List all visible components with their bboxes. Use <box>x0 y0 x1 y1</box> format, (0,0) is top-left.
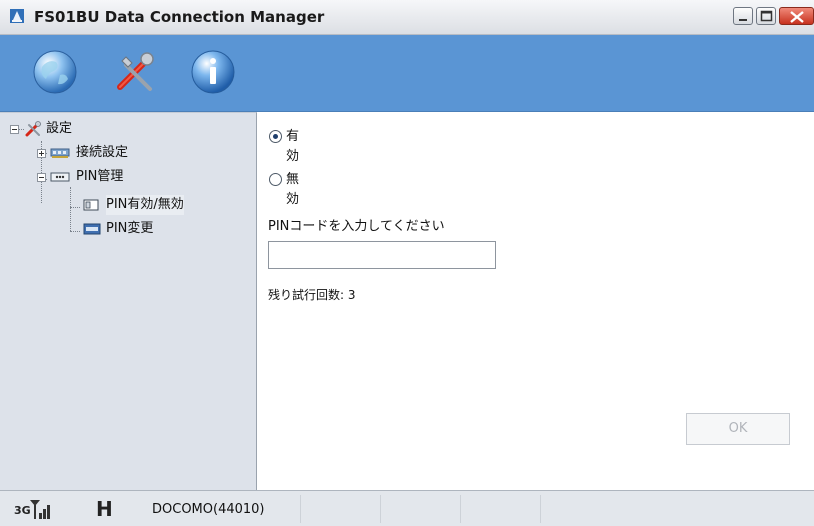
tree-node-label: PIN変更 <box>106 221 154 236</box>
toolbar <box>0 35 814 112</box>
ok-button[interactable]: OK <box>686 413 790 445</box>
disable-radio-label: 無効 <box>286 172 300 207</box>
tree-connector <box>70 231 80 232</box>
remaining-attempts: 残り試行回数: 3 <box>268 288 356 302</box>
status-separator <box>300 495 301 523</box>
tree-node-label: 設定 <box>46 121 73 136</box>
app-icon <box>10 9 24 23</box>
pin-input-label: PINコードを入力してください <box>268 219 445 234</box>
pin-lock-icon <box>83 199 99 211</box>
maximize-icon <box>760 10 773 22</box>
tree-node-label: PIN有効/無効 <box>106 195 184 215</box>
tree-node-label: PIN管理 <box>76 169 124 184</box>
maximize-button[interactable] <box>756 7 776 25</box>
pin-settings-panel: 有効 無効 PINコードを入力してください 残り試行回数: 3 OK <box>257 112 814 490</box>
signal-strength-icon <box>30 500 50 519</box>
pin-input[interactable] <box>268 241 496 269</box>
enable-radio-label: 有効 <box>286 129 300 164</box>
settings-tree: 設定 接続設定 PIN管理 PIN有効/無効 PIN変更 <box>0 112 257 491</box>
minimize-icon <box>739 19 747 21</box>
disable-radio[interactable] <box>269 173 282 186</box>
status-bar: 3G H DOCOMO(44010) <box>0 490 814 526</box>
tree-connector <box>70 207 80 208</box>
status-separator <box>540 495 541 523</box>
close-icon <box>790 11 804 23</box>
enable-radio[interactable] <box>269 130 282 143</box>
connection-mode: H <box>96 497 113 521</box>
status-separator <box>460 495 461 523</box>
tools-icon <box>25 121 41 137</box>
title-bar[interactable]: FS01BU Data Connection Manager <box>0 0 814 35</box>
pin-change-icon <box>83 223 101 235</box>
minimize-button[interactable] <box>733 7 753 25</box>
collapse-toggle[interactable] <box>37 173 46 182</box>
close-button[interactable] <box>779 7 814 25</box>
expand-toggle[interactable] <box>37 149 46 158</box>
status-separator <box>380 495 381 523</box>
globe-icon[interactable] <box>30 47 80 97</box>
network-card-icon <box>50 148 70 158</box>
app-window: FS01BU Data Connection Manager 設定 接続設定 P… <box>0 0 814 526</box>
tools-icon[interactable] <box>110 47 160 97</box>
info-icon[interactable] <box>188 47 238 97</box>
tree-node-label: 接続設定 <box>76 145 129 160</box>
carrier-name: DOCOMO(44010) <box>152 502 265 517</box>
pin-card-icon <box>50 172 70 182</box>
collapse-toggle[interactable] <box>10 125 19 134</box>
tree-connector <box>70 187 71 231</box>
window-title: FS01BU Data Connection Manager <box>34 8 325 26</box>
